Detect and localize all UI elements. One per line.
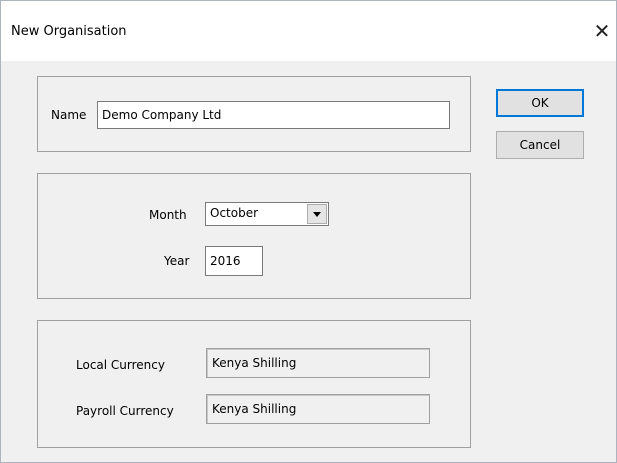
year-field[interactable]: 2016 (205, 246, 263, 276)
month-label: Month (149, 208, 187, 222)
name-value: Demo Company Ltd (102, 108, 222, 122)
local-currency-value: Kenya Shilling (212, 356, 297, 370)
title-bar: New Organisation ✕ (1, 1, 616, 61)
name-field[interactable]: Demo Company Ltd (97, 101, 450, 129)
name-groupbox: Name Demo Company Ltd (37, 76, 471, 152)
month-value: October (210, 206, 259, 220)
period-groupbox: Month October Year 2016 (37, 173, 471, 299)
ok-button[interactable]: OK (496, 89, 584, 117)
cancel-button[interactable]: Cancel (496, 131, 584, 159)
close-button[interactable]: ✕ (588, 15, 616, 47)
dialog-title: New Organisation (11, 24, 127, 39)
currency-groupbox: Local Currency Kenya Shilling Payroll Cu… (37, 320, 471, 448)
local-currency-field: Kenya Shilling (206, 348, 430, 378)
year-label: Year (164, 254, 190, 268)
local-currency-label: Local Currency (76, 358, 165, 372)
payroll-currency-label: Payroll Currency (76, 404, 174, 418)
payroll-currency-value: Kenya Shilling (212, 402, 297, 416)
name-label: Name (51, 108, 87, 122)
month-dropdown-button[interactable] (307, 204, 327, 224)
chevron-down-icon (313, 211, 321, 217)
month-select[interactable]: October (205, 202, 329, 226)
year-value: 2016 (210, 254, 241, 268)
payroll-currency-field: Kenya Shilling (206, 394, 430, 424)
close-icon: ✕ (593, 19, 611, 43)
dialog-window: New Organisation ✕ Name Demo Company Ltd… (0, 0, 617, 463)
